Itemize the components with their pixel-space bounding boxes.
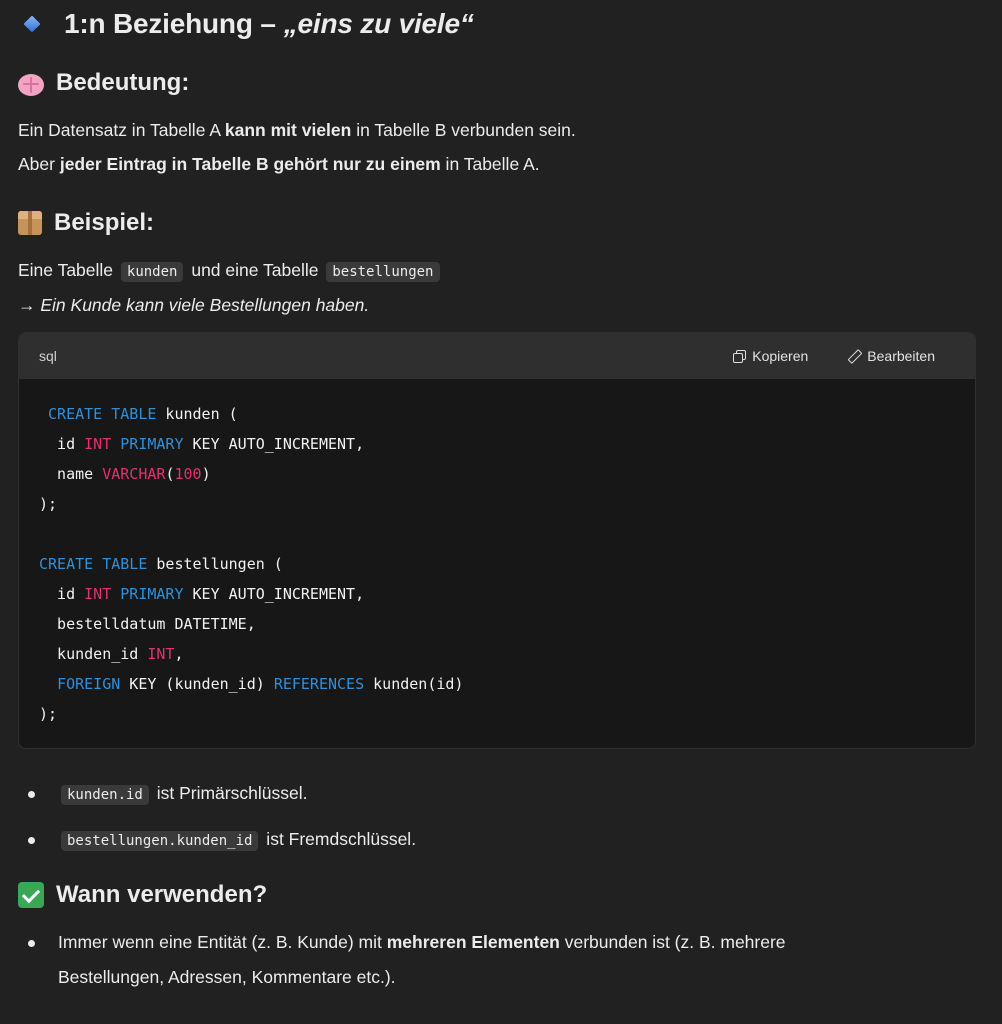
check-mark-icon <box>18 882 44 908</box>
inline-code-bestellungen: bestellungen <box>326 262 440 282</box>
brain-icon <box>18 74 44 96</box>
beispiel-line-2: → Ein Kunde kann viele Bestellungen habe… <box>18 295 370 315</box>
bedeutung-line-1: Ein Datensatz in Tabelle A kann mit viel… <box>18 120 576 140</box>
inline-code-primary: kunden.id <box>61 785 149 805</box>
key-list: kunden.id ist Primärschlüssel. bestellun… <box>18 776 416 859</box>
bedeutung-line-2: Aber jeder Eintrag in Tabelle B gehört n… <box>18 154 540 174</box>
pencil-icon <box>848 350 860 362</box>
inline-code-kunden: kunden <box>120 262 184 282</box>
wann-title: Wann verwenden? <box>56 881 268 908</box>
list-item: bestellungen.kunden_id ist Fremdschlüsse… <box>18 822 416 859</box>
code-block-header: sql Kopieren Bearbeiten <box>19 333 975 379</box>
heading-italic: „eins zu viele“ <box>283 8 474 39</box>
code-language: sql <box>39 348 57 364</box>
chat-message: 1:n Beziehung – „eins zu viele“ Bedeutun… <box>0 0 1002 1024</box>
heading-prefix: 1:n Beziehung – <box>64 8 276 39</box>
inline-code-foreign: bestellungen.kunden_id <box>61 831 259 851</box>
bedeutung-heading: Bedeutung: <box>18 66 189 100</box>
blue-diamond-icon <box>23 15 41 33</box>
code-content[interactable]: CREATE TABLE kunden ( id INT PRIMARY KEY… <box>39 399 463 729</box>
section-heading-1n: 1:n Beziehung – „eins zu viele“ <box>23 4 474 44</box>
beispiel-heading: Beispiel: <box>18 206 154 240</box>
wann-list: Immer wenn eine Entität (z. B. Kunde) mi… <box>18 925 786 995</box>
package-icon <box>18 211 42 235</box>
beispiel-line-1: Eine Tabelle kunden und eine Tabelle bes… <box>18 258 443 284</box>
list-item: Immer wenn eine Entität (z. B. Kunde) mi… <box>18 925 786 995</box>
wann-heading: Wann verwenden? <box>18 878 267 912</box>
list-item: kunden.id ist Primärschlüssel. <box>18 776 416 813</box>
copy-icon <box>733 350 747 363</box>
code-block: sql Kopieren Bearbeiten CREATE TABLE kun… <box>18 332 976 749</box>
copy-button[interactable]: Kopieren <box>733 348 808 364</box>
bedeutung-title: Bedeutung: <box>56 69 190 96</box>
edit-button[interactable]: Bearbeiten <box>848 348 935 364</box>
beispiel-title: Beispiel: <box>54 209 155 236</box>
